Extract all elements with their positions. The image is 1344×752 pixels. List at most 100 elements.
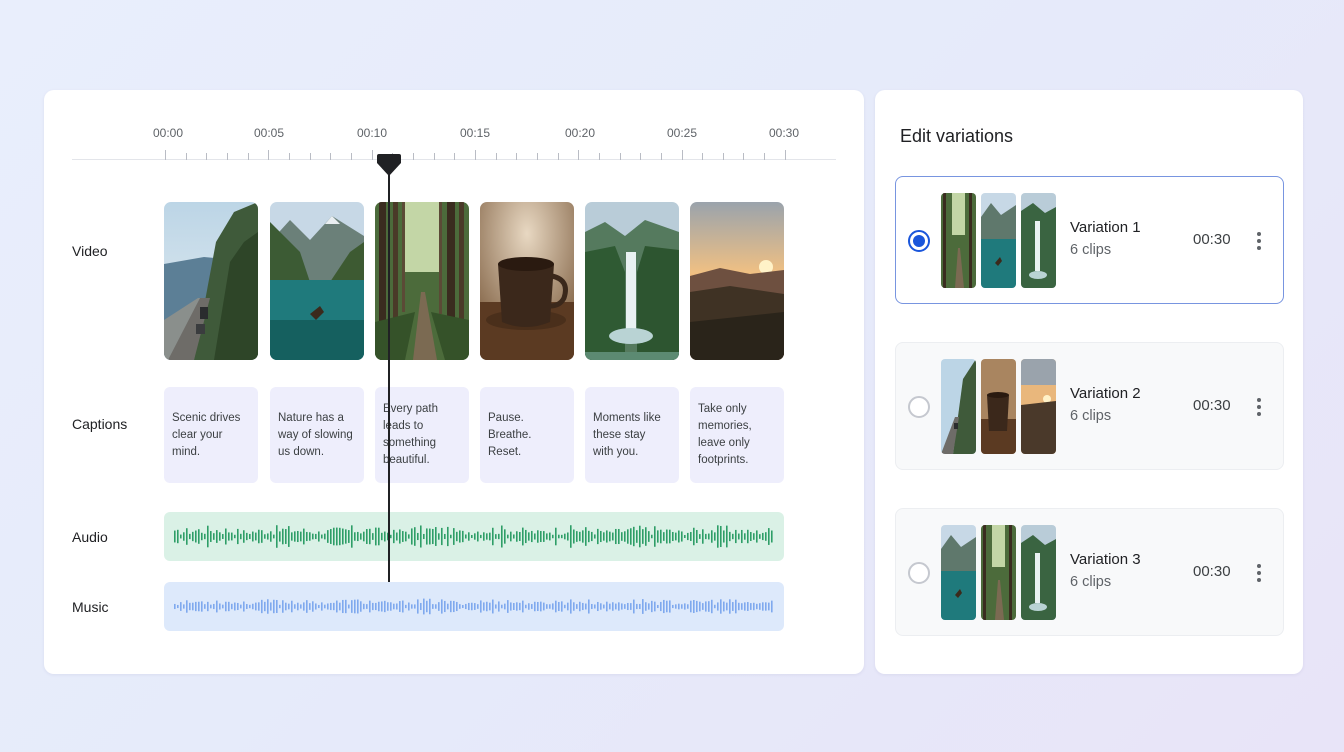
waveform-bar bbox=[273, 599, 275, 614]
waveform-bar bbox=[696, 600, 698, 613]
waveform-bar bbox=[207, 525, 209, 548]
waveform-bar bbox=[699, 534, 701, 539]
caption-clip[interactable]: Pause. Breathe. Reset. bbox=[480, 387, 574, 483]
variation-card-2[interactable]: Variation 2 6 clips 00:30 bbox=[895, 342, 1284, 470]
variation-radio-selected[interactable] bbox=[908, 230, 930, 252]
waveform-bar bbox=[243, 601, 245, 612]
waveform-bar bbox=[438, 533, 440, 540]
variation-thumbnail bbox=[981, 359, 1016, 454]
waveform-bar bbox=[210, 531, 212, 542]
waveform-bar bbox=[765, 532, 767, 541]
video-clip-coffee-cup[interactable] bbox=[480, 202, 574, 360]
variation-radio[interactable] bbox=[908, 562, 930, 584]
ruler-tick bbox=[536, 153, 538, 160]
waveform-bar bbox=[447, 603, 449, 610]
waveform-bar bbox=[582, 602, 584, 611]
waveform-bar bbox=[393, 603, 395, 610]
waveform-bar bbox=[579, 601, 581, 612]
caption-clip[interactable]: Nature has a way of slowing us down. bbox=[270, 387, 364, 483]
caption-text: Every path leads to something beautiful. bbox=[383, 403, 438, 466]
waveform-bar bbox=[765, 602, 767, 611]
track-label-video: Video bbox=[72, 243, 108, 259]
lake-boat-thumbnail bbox=[941, 525, 976, 620]
more-options-icon[interactable] bbox=[1250, 395, 1268, 419]
audio-track-clip[interactable] bbox=[164, 512, 784, 561]
waveform-bar bbox=[270, 531, 272, 542]
waveform-bar bbox=[690, 600, 692, 613]
waveform-bar bbox=[474, 603, 476, 610]
caption-text: Nature has a way of slowing us down. bbox=[278, 411, 353, 458]
waveform-bar bbox=[507, 534, 509, 539]
forest-path-thumbnail bbox=[941, 193, 976, 288]
ruler-tick bbox=[350, 153, 352, 160]
waveform-bar bbox=[627, 529, 629, 544]
waveform-bar bbox=[636, 603, 638, 610]
waveform-bar bbox=[582, 530, 584, 543]
more-options-icon[interactable] bbox=[1250, 561, 1268, 585]
waveform-bar bbox=[342, 599, 344, 614]
waveform-bar bbox=[600, 530, 602, 543]
waveform-bar bbox=[234, 534, 236, 539]
more-options-icon[interactable] bbox=[1250, 229, 1268, 253]
waveform-bar bbox=[681, 531, 683, 542]
ruler-tick bbox=[578, 150, 580, 160]
waveform-bar bbox=[201, 601, 203, 612]
waveform-bar bbox=[741, 603, 743, 610]
video-clip-sunset[interactable] bbox=[690, 202, 784, 360]
waveform-bar bbox=[603, 604, 605, 609]
waveform-bar bbox=[639, 603, 641, 610]
waveform-bar bbox=[552, 603, 554, 610]
waveform-bar bbox=[300, 531, 302, 542]
waveform-bar bbox=[738, 602, 740, 611]
waveform-bar bbox=[252, 531, 254, 542]
caption-clip[interactable]: Scenic drives clear your mind. bbox=[164, 387, 258, 483]
waveform-bar bbox=[519, 602, 521, 611]
video-clip-mountain-road[interactable] bbox=[164, 202, 258, 360]
waveform-bar bbox=[321, 602, 323, 611]
music-track-clip[interactable] bbox=[164, 582, 784, 631]
waterfall-thumbnail bbox=[1021, 525, 1056, 620]
waveform-bar bbox=[327, 530, 329, 543]
sunset-thumbnail bbox=[1021, 359, 1056, 454]
waveform-bar bbox=[513, 534, 515, 539]
waveform-bar bbox=[285, 529, 287, 544]
waveform-bar bbox=[669, 600, 671, 613]
waveform-bar bbox=[339, 602, 341, 611]
waveform-bar bbox=[729, 599, 731, 614]
video-clip-lake-boat[interactable] bbox=[270, 202, 364, 360]
caption-clip[interactable]: Moments like these stay with you. bbox=[585, 387, 679, 483]
waveform-bar bbox=[678, 530, 680, 543]
waveform-bar bbox=[414, 527, 416, 546]
waveform-bar bbox=[240, 533, 242, 540]
waveform-bar bbox=[420, 602, 422, 611]
waveform-bar bbox=[486, 533, 488, 540]
waveform-bar bbox=[249, 533, 251, 540]
variation-card-1[interactable]: Variation 1 6 clips 00:30 bbox=[895, 176, 1284, 304]
variation-radio[interactable] bbox=[908, 396, 930, 418]
caption-clip[interactable]: Take only memories, leave only footprint… bbox=[690, 387, 784, 483]
video-clip-waterfall[interactable] bbox=[585, 202, 679, 360]
waveform-bar bbox=[198, 529, 200, 544]
waveform-bar bbox=[678, 603, 680, 610]
waveform-bar bbox=[351, 600, 353, 613]
waveform-bar bbox=[228, 532, 230, 541]
playhead-line[interactable] bbox=[388, 170, 390, 582]
waveform-bar bbox=[663, 599, 665, 614]
waveform-bar bbox=[309, 603, 311, 610]
audio-waveform bbox=[174, 525, 773, 548]
waveform-bar bbox=[705, 601, 707, 612]
waveform-bar bbox=[216, 530, 218, 543]
waveform-bar bbox=[756, 530, 758, 543]
waveform-bar bbox=[201, 532, 203, 541]
playhead-handle-icon[interactable] bbox=[376, 153, 402, 177]
waveform-bar bbox=[729, 531, 731, 542]
waveform-bar bbox=[408, 534, 410, 539]
waveform-bar bbox=[435, 527, 437, 546]
waveform-bar bbox=[339, 527, 341, 546]
waveform-bar bbox=[495, 534, 497, 539]
variation-thumbnail bbox=[1021, 359, 1056, 454]
variation-card-3[interactable]: Variation 3 6 clips 00:30 bbox=[895, 508, 1284, 636]
waveform-bar bbox=[669, 529, 671, 544]
waveform-bar bbox=[621, 603, 623, 610]
ruler-tick-label: 00:05 bbox=[253, 126, 285, 140]
